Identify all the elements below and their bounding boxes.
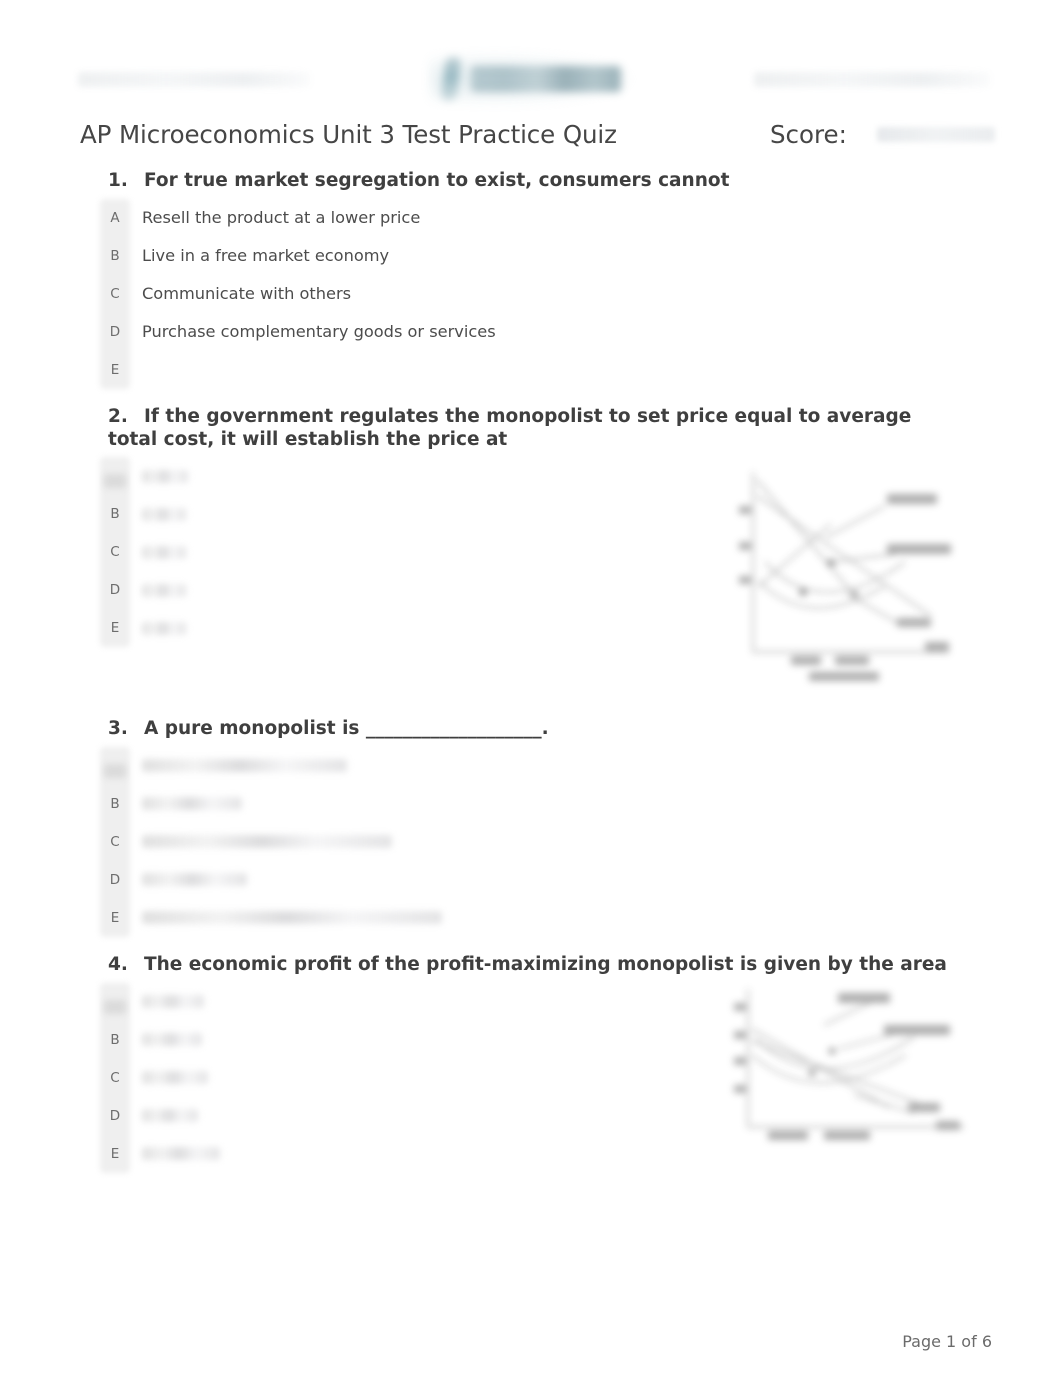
question-text: 2. If the government regulates the monopo… [0,406,960,451]
option-text: Resell the product at a lower price [142,207,421,227]
option-text-redacted [142,911,442,925]
option-text-redacted [142,583,186,597]
option-text-redacted [142,621,186,635]
option-letter: B [110,506,120,523]
score-value-field[interactable] [876,127,995,142]
header-left-field [78,71,310,87]
options-list: A B C D E [0,746,1062,937]
score-group: Score: [770,120,995,149]
question-number: 4. [108,954,128,975]
question-body: For true market segregation to exist, co… [144,170,730,191]
option-text-redacted [142,835,392,849]
question-text: 4. The economic profit of the profit-maxi… [0,954,960,977]
option-letter: E [110,620,120,637]
option-letter: D [109,871,121,888]
option-letter: A [110,209,120,226]
header-right-field [754,71,990,87]
option-text-redacted [142,1071,208,1085]
option-text: Live in a free market economy [142,245,390,265]
option-text-redacted [142,759,347,773]
options-list: A Resell the product at a lower price B Liv… [0,198,1062,389]
option-row[interactable]: A [0,747,1062,785]
option-letter: C [110,544,120,561]
option-text-redacted [142,545,186,559]
document-header [78,48,990,110]
option-text-redacted [142,797,242,811]
option-text: Purchase complementary goods or services [142,321,496,341]
question-block: 1. For true market segregation to exist, … [0,170,1062,389]
option-row[interactable]: C Communicate with others [0,275,1062,313]
option-row[interactable]: C [0,823,1062,861]
option-letter: D [109,582,121,599]
option-row[interactable]: B Live in a free market economy [0,237,1062,275]
option-letter: C [110,1069,120,1086]
option-text-redacted [142,469,188,483]
question-body: The economic profit of the profit-maximi… [144,954,947,975]
option-letter: A [100,468,130,484]
option-letter: E [110,1145,120,1162]
option-letter: D [109,323,121,340]
option-row[interactable]: B [0,785,1062,823]
page-footer: Page 1 of 6 [902,1332,992,1351]
option-text: Communicate with others [142,283,352,303]
question-text: 3. A pure monopolist is _________________… [0,718,960,741]
option-row[interactable]: D Purchase complementary goods or service… [0,313,1062,351]
quizizz-logo [423,49,641,109]
question-number: 2. [108,406,128,427]
option-row[interactable]: D [0,861,1062,899]
option-letter: A [100,758,130,774]
score-label: Score: [770,120,847,149]
option-text-redacted [142,873,247,887]
quiz-page: AP Microeconomics Unit 3 Test Practice Q… [0,0,1062,1377]
option-text-redacted [142,1109,198,1123]
question-body: If the government regulates the monopoli… [108,406,912,450]
option-row[interactable]: E [0,351,1062,389]
monopoly-profit-area-graph [728,985,976,1155]
question-block: 3. A pure monopolist is _________________… [0,718,1062,937]
question-number: 1. [108,170,128,191]
option-letter: E [110,361,120,378]
option-text-redacted [142,1147,220,1161]
option-row[interactable]: A Resell the product at a lower price [0,199,1062,237]
question-text: 1. For true market segregation to exist, … [0,170,960,193]
title-row: AP Microeconomics Unit 3 Test Practice Q… [80,120,995,149]
option-letter: A [100,994,130,1010]
question-number: 3. [108,718,128,739]
option-letter: B [110,1031,120,1048]
option-text-redacted [142,995,204,1009]
page-title: AP Microeconomics Unit 3 Test Practice Q… [80,120,617,149]
option-text-redacted [142,1033,202,1047]
option-letter: C [110,285,120,302]
option-text-redacted [142,507,186,521]
option-letter: B [110,795,120,812]
option-letter: E [110,909,120,926]
option-letter: B [110,247,120,264]
question-body: A pure monopolist is ___________________… [144,718,549,739]
monopoly-regulation-graph [735,466,967,688]
option-letter: C [110,833,120,850]
option-row[interactable]: E [0,899,1062,937]
option-letter: D [109,1107,121,1124]
